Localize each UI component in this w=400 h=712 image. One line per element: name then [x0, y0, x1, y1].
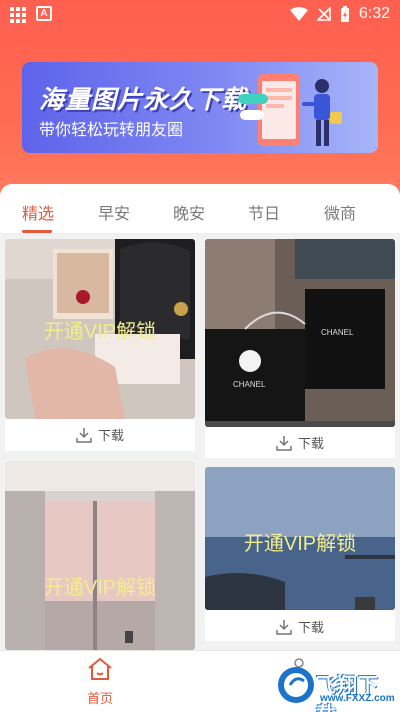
vip-unlock-overlay[interactable]: 开通VIP解锁	[5, 315, 195, 344]
tab-jieri[interactable]: 节日	[248, 200, 280, 224]
card-photo[interactable]: CHANEL CHANEL	[205, 239, 395, 427]
promo-banner[interactable]: 海量图片永久下载 带你轻松玩转朋友圈	[22, 62, 378, 153]
download-label: 下载	[97, 428, 124, 443]
watermark: 飞翔下载 www.FXXZ.com	[276, 665, 398, 712]
nav-home-label: 首页	[86, 691, 113, 706]
image-card-1[interactable]: 开通VIP解锁 下载	[5, 239, 195, 451]
download-label: 下载	[297, 620, 324, 635]
a-icon: A	[36, 6, 52, 21]
vip-unlock-overlay[interactable]: 开通VIP解锁	[205, 527, 395, 556]
download-label: 下载	[297, 436, 324, 451]
nav-home[interactable]: 首页	[80, 657, 120, 707]
wifi-icon	[289, 7, 308, 21]
status-time: 6:32	[358, 5, 390, 22]
download-icon	[76, 427, 92, 443]
tab-zaoan[interactable]: 早安	[98, 200, 130, 224]
status-bar: A 6:32	[0, 0, 400, 28]
banner-illustration	[238, 74, 342, 146]
tab-jingxuan[interactable]: 精选	[22, 200, 54, 224]
watermark-url: www.FXXZ.com	[320, 693, 395, 704]
download-button[interactable]: 下载	[5, 425, 195, 444]
banner-subtitle: 带你轻松玩转朋友圈	[39, 122, 184, 139]
download-icon	[276, 435, 292, 451]
home-icon	[88, 657, 112, 680]
download-button[interactable]: 下载	[205, 617, 395, 636]
watermark-text: 飞翔下载	[316, 675, 379, 712]
chanel-bags-photo: CHANEL CHANEL	[205, 239, 395, 427]
no-signal-icon	[316, 7, 331, 21]
vip-unlock-overlay[interactable]: 开通VIP解锁	[5, 571, 195, 600]
download-button[interactable]: 下载	[205, 433, 395, 452]
grid-icon	[10, 6, 26, 23]
tab-wanan[interactable]: 晚安	[173, 200, 205, 224]
active-tab-indicator	[22, 230, 52, 233]
banner-title: 海量图片永久下载	[39, 86, 248, 114]
card-photo[interactable]	[5, 461, 195, 650]
chanel-text: CHANEL	[233, 380, 266, 389]
window-view-photo	[5, 461, 195, 650]
image-card-2[interactable]: CHANEL CHANEL 下载	[205, 239, 395, 458]
watermark-logo-icon	[278, 667, 314, 703]
download-icon	[276, 619, 292, 635]
chanel-text: CHANEL	[321, 328, 354, 337]
tab-weishang[interactable]: 微商	[324, 200, 356, 224]
image-card-4[interactable]: 开通VIP解锁 下载	[205, 467, 395, 641]
category-tabs: 精选 早安 晚安 节日 微商	[0, 184, 400, 234]
battery-charging-icon	[340, 5, 349, 22]
image-card-3[interactable]: 开通VIP解锁	[5, 461, 195, 650]
